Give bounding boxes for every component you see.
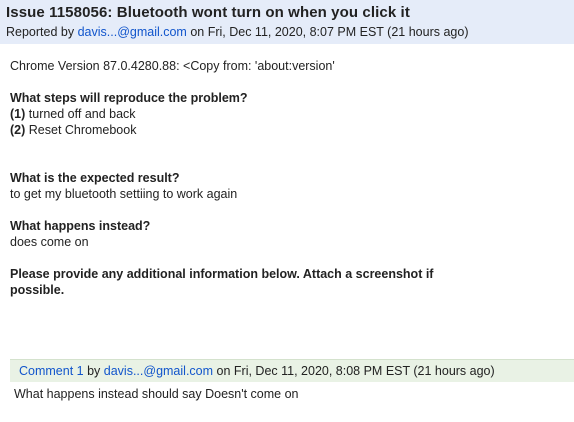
issue-header: Issue 1158056: Bluetooth wont turn on wh… (0, 0, 574, 44)
reported-by-label: Reported by (6, 25, 75, 39)
reported-date: on Fri, Dec 11, 2020, 8:07 PM EST (21 ho… (190, 25, 469, 39)
steps-heading: What steps will reproduce the problem? (10, 91, 248, 105)
expected-heading: What is the expected result? (10, 171, 180, 185)
step-number: (2) (10, 123, 26, 137)
comment-date: on Fri, Dec 11, 2020, 8:08 PM EST (21 ho… (216, 364, 495, 378)
instead-text: does come on (10, 235, 89, 249)
step-item: (1) turned off and back (10, 106, 564, 122)
step-number: (1) (10, 107, 26, 121)
additional-info-heading: Please provide any additional informatio… (10, 267, 434, 297)
reporter-link[interactable]: davis...@gmail.com (78, 25, 187, 39)
step-text: turned off and back (28, 107, 136, 121)
expected-text: to get my bluetooth settiing to work aga… (10, 187, 238, 201)
comment-link[interactable]: Comment 1 (19, 364, 84, 378)
step-text: Reset Chromebook (28, 123, 137, 137)
issue-title: Issue 1158056: Bluetooth wont turn on wh… (6, 4, 410, 21)
comment-by-label: by (87, 364, 101, 378)
comment-author-link[interactable]: davis...@gmail.com (104, 364, 213, 378)
comment-header: Comment 1 by davis...@gmail.com on Fri, … (10, 359, 574, 382)
issue-description: Chrome Version 87.0.4280.88: <Copy from:… (10, 58, 564, 298)
comment-meta: Comment 1 by davis...@gmail.com on Fri, … (19, 364, 495, 378)
chrome-version-text: Chrome Version 87.0.4280.88: <Copy from:… (10, 59, 335, 73)
comment-text: What happens instead should say Doesn't … (14, 387, 299, 401)
instead-heading: What happens instead? (10, 219, 151, 233)
step-item: (2) Reset Chromebook (10, 122, 564, 138)
issue-reporter-line: Reported by davis...@gmail.com on Fri, D… (6, 25, 468, 39)
